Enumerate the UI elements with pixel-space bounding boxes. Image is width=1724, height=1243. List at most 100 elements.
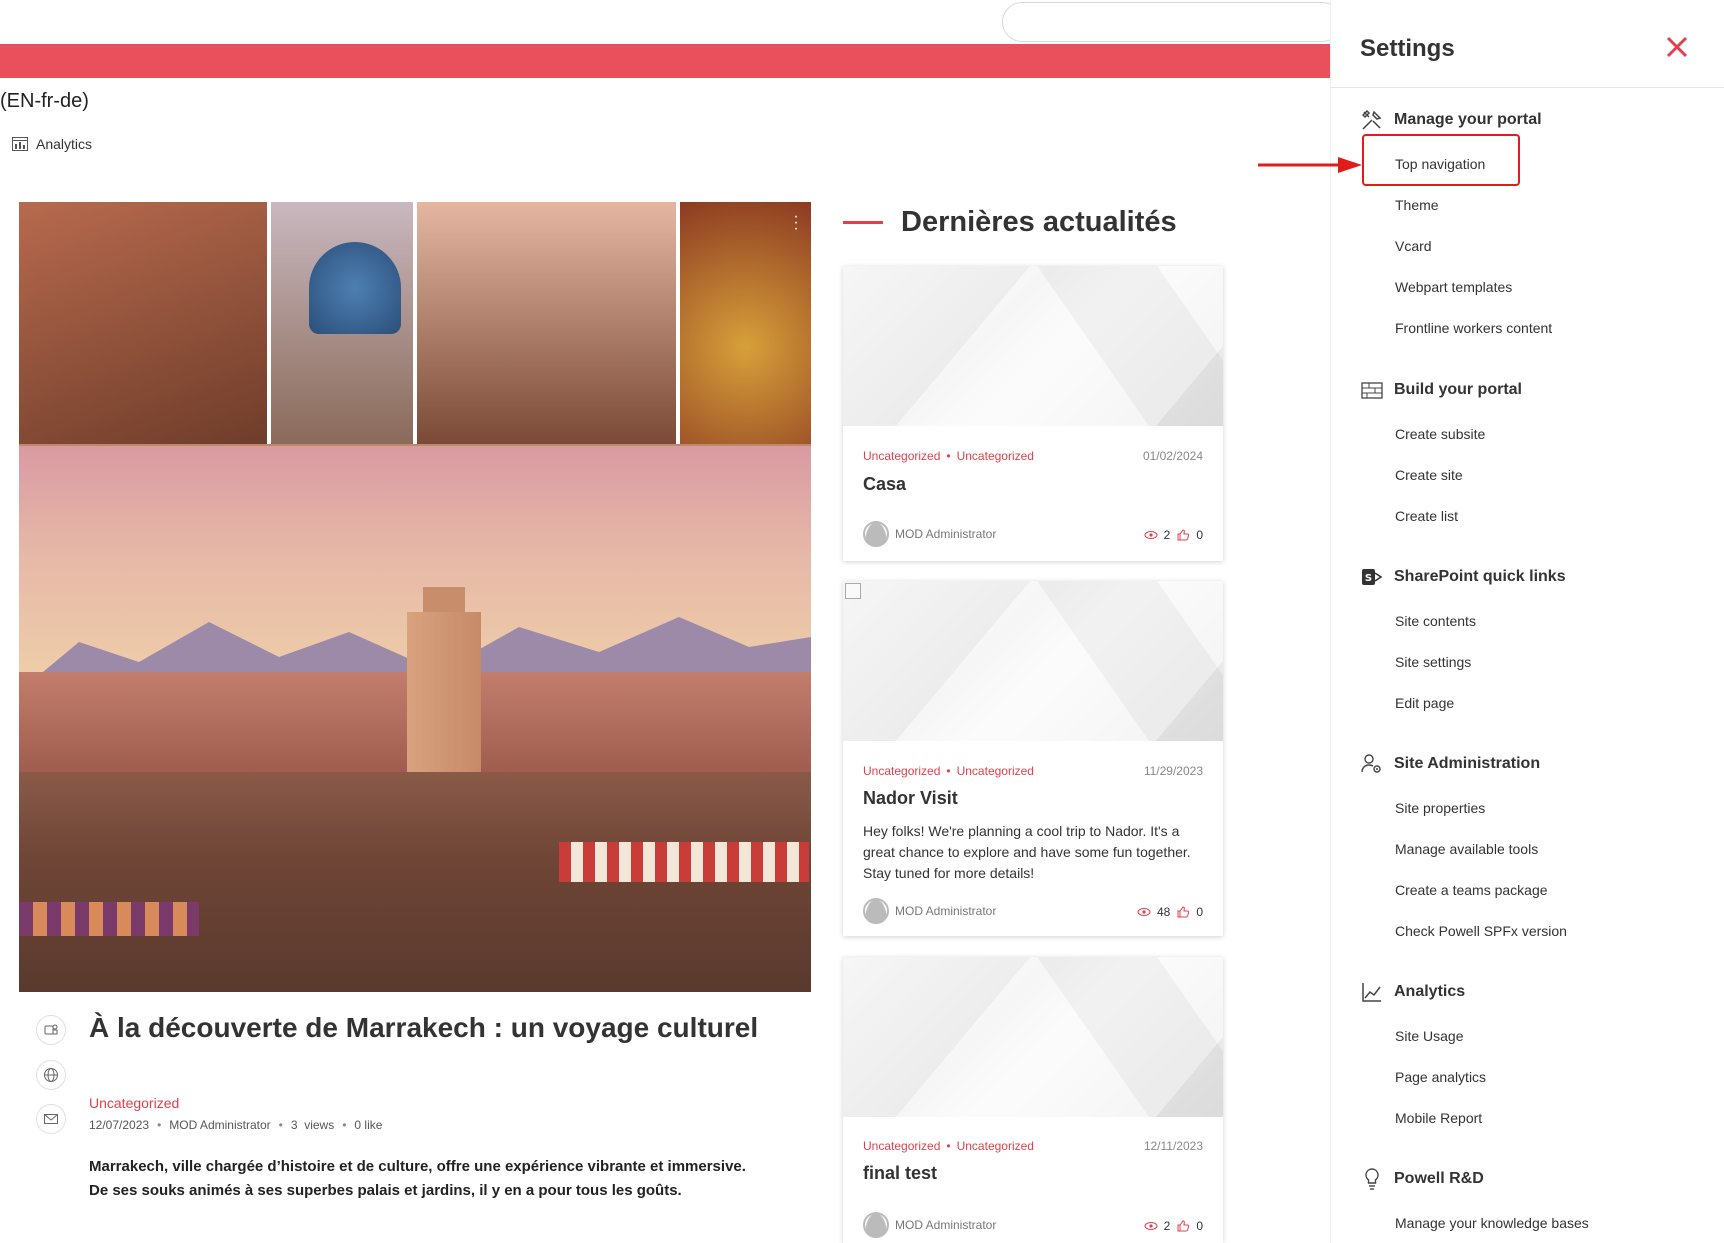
share-globe-button[interactable] <box>36 1060 66 1090</box>
news-card-category[interactable]: Uncategorized <box>957 1139 1034 1153</box>
analytics-icon <box>12 137 28 151</box>
menu-item-create-list[interactable]: Create list <box>1395 508 1458 524</box>
menu-item-page-analytics[interactable]: Page analytics <box>1395 1069 1486 1085</box>
featured-views: 3 views <box>290 1118 335 1132</box>
avatar <box>863 1212 889 1238</box>
featured-lead: Marrakech, ville chargée d’histoire et d… <box>89 1158 746 1199</box>
analytics-link-label: Analytics <box>36 136 93 152</box>
search-input[interactable] <box>1002 2 1342 42</box>
share-teams-button[interactable] <box>36 1015 66 1045</box>
heading-accent-bar <box>843 221 883 224</box>
news-card-likes: 0 <box>1196 528 1203 542</box>
featured-title[interactable]: À la découverte de Marrakech : un voyage… <box>89 1005 809 1050</box>
news-card-author: MOD Administrator <box>863 1212 996 1238</box>
news-card-category[interactable]: Uncategorized <box>863 1139 940 1153</box>
admin-user-icon <box>1361 754 1381 773</box>
news-card[interactable]: Uncategorized • Uncategorized 01/02/2024… <box>843 266 1223 561</box>
build-icon <box>1361 382 1383 399</box>
news-card-date: 01/02/2024 <box>1142 449 1203 463</box>
menu-item-site-settings[interactable]: Site settings <box>1395 654 1471 670</box>
menu-item-create-subsite[interactable]: Create subsite <box>1395 426 1485 442</box>
section-site-administration: Site Administration <box>1360 752 1540 776</box>
svg-text:S: S <box>1365 573 1372 584</box>
menu-item-check-spfx-version[interactable]: Check Powell SPFx version <box>1395 923 1567 939</box>
analytics-chart-icon <box>1362 983 1381 1002</box>
menu-item-site-usage[interactable]: Site Usage <box>1395 1028 1463 1044</box>
menu-item-site-properties[interactable]: Site properties <box>1395 800 1485 816</box>
menu-item-webpart-templates[interactable]: Webpart templates <box>1395 279 1512 295</box>
news-card-title[interactable]: Nador Visit <box>863 788 958 809</box>
menu-item-mobile-report[interactable]: Mobile Report <box>1395 1110 1482 1126</box>
image-stall-awning-left <box>19 902 199 936</box>
menu-item-edit-page[interactable]: Edit page <box>1395 695 1454 711</box>
eye-icon <box>1137 908 1151 916</box>
news-card-author: MOD Administrator <box>863 898 996 924</box>
news-card-likes: 0 <box>1196 1219 1203 1233</box>
news-card-thumbnail <box>843 266 1223 426</box>
site-title: (EN-fr-de) <box>0 90 89 112</box>
close-icon[interactable] <box>1662 32 1692 62</box>
news-card[interactable]: Uncategorized • Uncategorized 12/11/2023… <box>843 957 1223 1243</box>
news-card-views: 48 <box>1156 905 1171 919</box>
news-card-category[interactable]: Uncategorized <box>863 449 940 463</box>
news-card-date: 11/29/2023 <box>1143 764 1203 778</box>
news-card-stats: 2 0 <box>1144 528 1203 542</box>
settings-header: Settings <box>1331 0 1724 88</box>
analytics-link[interactable]: Analytics <box>12 136 92 152</box>
menu-item-manage-available-tools[interactable]: Manage available tools <box>1395 841 1538 857</box>
avatar <box>863 898 889 924</box>
featured-author: MOD Administrator <box>169 1118 271 1132</box>
menu-item-theme[interactable]: Theme <box>1395 197 1439 213</box>
menu-item-frontline-workers-content[interactable]: Frontline workers content <box>1395 320 1552 336</box>
news-card-title[interactable]: Casa <box>863 474 906 495</box>
news-card-category[interactable]: Uncategorized <box>957 449 1034 463</box>
news-card-title[interactable]: final test <box>863 1163 937 1184</box>
news-heading-text: Dernières actualités <box>901 206 1177 238</box>
news-card-category[interactable]: Uncategorized <box>863 764 940 778</box>
news-card-categories: Uncategorized • Uncategorized <box>863 449 1034 463</box>
menu-item-site-contents[interactable]: Site contents <box>1395 613 1476 629</box>
featured-date: 12/07/2023 <box>89 1118 150 1132</box>
section-powell-rd: Powell R&D <box>1360 1167 1484 1191</box>
broken-image-icon <box>845 583 861 599</box>
section-analytics: Analytics <box>1360 980 1465 1004</box>
news-card-categories: Uncategorized • Uncategorized <box>863 1139 1034 1153</box>
news-card-category[interactable]: Uncategorized <box>957 764 1034 778</box>
news-heading: Dernières actualités <box>843 206 1177 239</box>
news-card[interactable]: Uncategorized • Uncategorized 11/29/2023… <box>843 581 1223 936</box>
mail-icon <box>44 1114 58 1124</box>
section-sharepoint-quick-links: S SharePoint quick links <box>1360 565 1566 589</box>
header-band <box>0 44 1330 78</box>
section-manage-portal: Manage your portal <box>1360 108 1542 132</box>
news-card-categories: Uncategorized • Uncategorized <box>863 764 1034 778</box>
avatar <box>863 521 889 547</box>
share-mail-button[interactable] <box>36 1104 66 1134</box>
news-card-thumbnail <box>843 581 1223 741</box>
featured-category[interactable]: Uncategorized <box>89 1095 179 1111</box>
settings-title: Settings <box>1360 35 1455 62</box>
featured-likes: 0 like <box>354 1118 383 1132</box>
menu-item-vcard[interactable]: Vcard <box>1395 238 1432 254</box>
image-panel-merchants <box>417 202 680 444</box>
news-card-author: MOD Administrator <box>863 521 996 547</box>
more-options-icon[interactable]: · · · <box>789 209 803 237</box>
news-card-thumbnail <box>843 957 1223 1117</box>
eye-icon <box>1144 531 1158 539</box>
like-icon[interactable] <box>1176 528 1190 542</box>
featured-image[interactable]: · · · <box>19 202 811 992</box>
lightbulb-icon <box>1365 1168 1379 1190</box>
news-card-views: 2 <box>1163 1219 1171 1233</box>
menu-item-create-site[interactable]: Create site <box>1395 467 1463 483</box>
like-icon[interactable] <box>1176 905 1190 919</box>
menu-item-manage-knowledge-bases[interactable]: Manage your knowledge bases <box>1395 1215 1589 1231</box>
featured-meta: 12/07/2023 • MOD Administrator • 3 views… <box>89 1118 383 1132</box>
news-card-stats: 48 0 <box>1137 905 1203 919</box>
news-card-views: 2 <box>1163 528 1171 542</box>
eye-icon <box>1144 1222 1158 1230</box>
like-icon[interactable] <box>1176 1219 1190 1233</box>
menu-item-create-teams-package[interactable]: Create a teams package <box>1395 882 1548 898</box>
annotation-arrow-icon <box>1258 157 1362 173</box>
image-dome <box>309 242 401 334</box>
globe-icon <box>44 1068 58 1082</box>
image-panel-market <box>19 202 271 444</box>
